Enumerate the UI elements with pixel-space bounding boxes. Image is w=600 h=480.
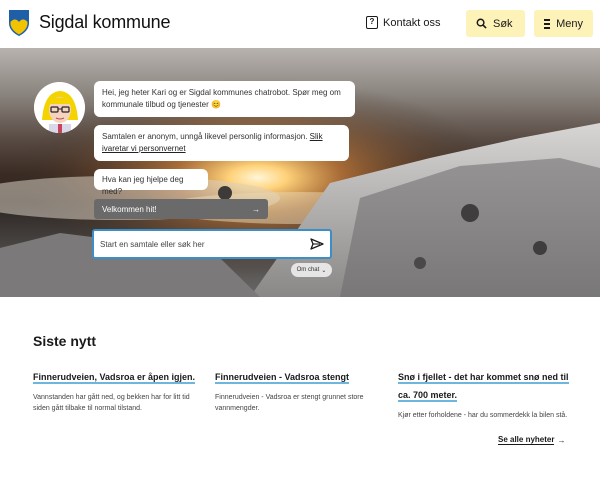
news-item: Snø i fjellet - det har kommet snø ned t… [398,367,570,421]
brand-name[interactable]: Sigdal kommune [39,12,170,33]
chat-question-message: Hva kan jeg hjelpe deg med? [94,169,208,196]
search-button[interactable]: Søk [466,10,525,37]
news-summary: Vannstanden har gått ned, og bekken har … [33,394,190,412]
menu-label: Meny [556,17,583,30]
see-all-label: Se alle nyheter [498,435,555,445]
search-label: Søk [493,17,513,30]
chat-intro-message: Hei, jeg heter Kari og er Sigdal kommune… [94,81,355,117]
contact-link[interactable]: ? Kontakt oss [366,16,440,29]
arrow-right-icon: → [557,435,566,445]
search-icon [476,18,487,29]
coat-of-arms-logo[interactable] [8,9,30,37]
menu-button[interactable]: Meny [534,10,593,37]
chat-search-box [92,229,332,259]
site-header: Sigdal kommune ? Kontakt oss Søk Meny [0,0,600,48]
chatbot-avatar-illustration [34,82,85,133]
send-icon[interactable] [310,238,324,250]
contact-label: Kontakt oss [383,16,441,29]
news-headline-link[interactable]: Finnerudveien, Vadsroa er åpen igjen. [33,372,196,384]
news-summary: Kjør etter forholdene - har du sommerdek… [398,412,568,419]
privacy-text: Samtalen er anonym, unngå likevel person… [102,132,310,141]
news-item: Finnerudveien, Vadsroa er åpen igjen. Va… [33,367,205,414]
news-section-title: Siste nytt [33,333,97,349]
hamburger-icon [544,18,551,29]
see-all-news-link[interactable]: Se alle nyheter → [498,435,565,445]
welcome-option-button[interactable]: Velkommen hit! → [94,199,268,219]
chat-search-input[interactable] [100,239,310,249]
news-headline-link[interactable]: Snø i fjellet - det har kommet snø ned t… [398,372,569,402]
about-chat-label: Om chat [296,267,320,273]
welcome-label: Velkommen hit! [102,204,157,214]
help-icon: ? [366,16,378,29]
news-headline-link[interactable]: Finnerudveien - Vadsroa stengt [215,372,350,384]
about-chat-toggle[interactable]: Om chat ⌄ [291,263,332,277]
news-summary: Finnerudveien - Vadsroa er stengt grunne… [215,394,364,412]
chevron-down-icon: ⌄ [321,267,327,274]
arrow-right-icon: → [252,204,260,214]
news-item: Finnerudveien - Vadsroa stengt Finnerudv… [215,367,387,414]
hero-section: Hei, jeg heter Kari og er Sigdal kommune… [0,48,600,297]
chatbot-avatar [34,82,85,133]
chat-privacy-message: Samtalen er anonym, unngå likevel person… [94,125,349,161]
